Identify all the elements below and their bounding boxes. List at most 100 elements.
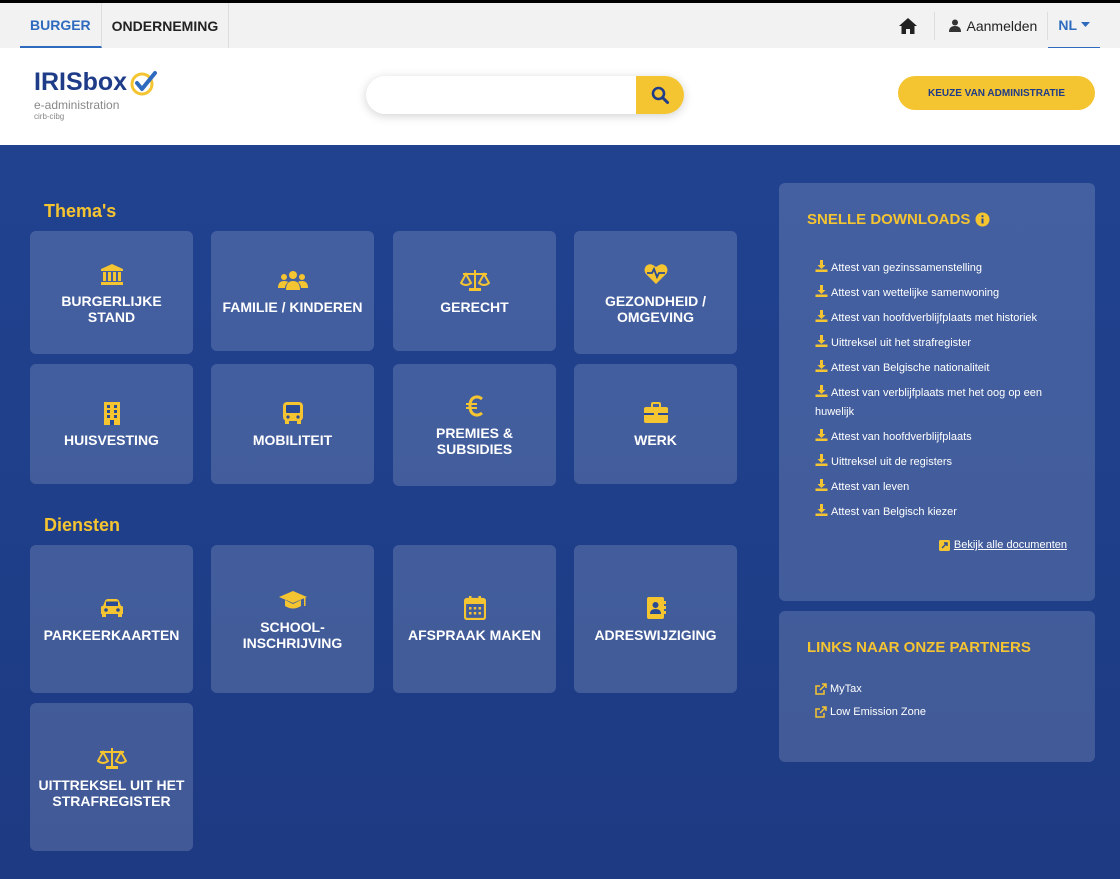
login-label: Aanmelden: [966, 17, 1038, 34]
download-item[interactable]: Attest van verblijfplaats met het oog op…: [815, 384, 1065, 422]
service-tile-uittreksel-strafregister[interactable]: UITTREKSEL UIT HET STRAFREGISTER: [30, 703, 193, 851]
logo-subtitle: e-administration: [34, 98, 120, 112]
login-button[interactable]: Aanmelden: [935, 11, 1049, 40]
search-icon: [651, 86, 669, 104]
partner-link-label: Low Emission Zone: [830, 706, 926, 718]
download-icon: [815, 504, 828, 516]
download-item[interactable]: Attest van leven: [815, 478, 1065, 497]
download-item-label: Attest van Belgische nationaliteit: [831, 362, 990, 374]
choose-administration-button[interactable]: KEUZE VAN ADMINISTRATIE: [898, 76, 1095, 110]
partner-links: MyTax Low Emission Zone: [815, 683, 926, 729]
partner-link[interactable]: MyTax: [815, 683, 926, 695]
logo-brand-text: IRISbox: [34, 68, 128, 96]
logo-org: cirb-cibg: [34, 112, 65, 121]
download-icon: [815, 429, 828, 441]
theme-tile-premies-subsidies[interactable]: PREMIES & SUBSIDIES: [393, 364, 556, 486]
bank-icon: [100, 263, 123, 285]
theme-tile-familie-kinderen[interactable]: FAMILIE / KINDEREN: [211, 231, 374, 351]
tile-label: PREMIES & SUBSIDIES: [435, 425, 513, 457]
external-link-icon: [938, 539, 950, 551]
tile-label: FAMILIE / KINDEREN: [222, 299, 363, 315]
quick-downloads-title: SNELLE DOWNLOADS: [807, 211, 971, 228]
search-bar: [366, 76, 684, 114]
top-bar: BURGER ONDERNEMING Aanmelden NL: [0, 0, 1120, 49]
building-icon: [103, 402, 120, 425]
heart-pulse-icon: [644, 263, 667, 284]
themes-title: Thema's: [44, 201, 117, 221]
tab-burger[interactable]: BURGER: [20, 3, 102, 48]
external-link-icon: [815, 706, 827, 718]
tile-label: UITTREKSEL UIT HET STRAFREGISTER: [38, 777, 185, 809]
scale-icon: [459, 270, 490, 291]
service-tile-afspraak-maken[interactable]: AFSPRAAK MAKEN: [393, 545, 556, 693]
info-icon[interactable]: [975, 212, 990, 227]
download-icon: [815, 285, 828, 297]
tab-onderneming[interactable]: ONDERNEMING: [102, 3, 230, 48]
caret-down-icon: [1081, 21, 1090, 27]
partner-link[interactable]: Low Emission Zone: [815, 706, 926, 718]
download-item[interactable]: Attest van hoofdverblijfplaats met histo…: [815, 309, 1065, 328]
download-icon: [815, 360, 828, 372]
download-list: Attest van gezinssamenstelling Attest van…: [815, 259, 1065, 528]
car-icon: [100, 599, 123, 617]
download-item-label: Uittreksel uit het strafregister: [831, 337, 971, 349]
address-book-icon: [646, 597, 666, 619]
service-tile-parkeerkaarten[interactable]: PARKEERKAARTEN: [30, 545, 193, 693]
scale-icon: [96, 748, 127, 769]
theme-tile-gezondheid-omgeving[interactable]: GEZONDHEID / OMGEVING: [574, 231, 737, 354]
download-icon: [815, 260, 828, 272]
service-tile-school-inschrijving[interactable]: SCHOOL-INSCHRIJVING: [211, 545, 374, 693]
download-item-label: Uittreksel uit de registers: [831, 456, 953, 468]
download-item[interactable]: Attest van gezinssamenstelling: [815, 259, 1065, 278]
search-input[interactable]: [366, 76, 634, 114]
language-label: NL: [1058, 16, 1077, 33]
download-item-label: Attest van hoofdverblijfplaats: [831, 431, 972, 443]
service-tile-adreswijziging[interactable]: ADRESWIJZIGING: [574, 545, 737, 693]
tile-label: MOBILITEIT: [252, 432, 333, 448]
download-item[interactable]: Attest van wettelijke samenwoning: [815, 284, 1065, 303]
download-item[interactable]: Attest van Belgische nationaliteit: [815, 359, 1065, 378]
download-icon: [815, 335, 828, 347]
download-item[interactable]: Attest van hoofdverblijfplaats: [815, 428, 1065, 447]
family-icon: [277, 271, 308, 290]
download-item-label: Attest van gezinssamenstelling: [831, 262, 983, 274]
theme-tile-gerecht[interactable]: GERECHT: [393, 231, 556, 351]
download-item[interactable]: Attest van Belgisch kiezer: [815, 503, 1065, 522]
see-all-label: Bekijk alle documenten: [953, 539, 1067, 551]
download-item[interactable]: Uittreksel uit het strafregister: [815, 334, 1065, 353]
search-button[interactable]: [636, 76, 684, 114]
tile-label: WERK: [634, 432, 677, 448]
tile-label: PARKEERKAARTEN: [43, 627, 180, 643]
theme-tile-huisvesting[interactable]: HUISVESTING: [30, 364, 193, 484]
theme-tile-burgerlijke-stand[interactable]: BURGERLIJKE STAND: [30, 231, 193, 354]
audience-tabs: BURGER ONDERNEMING: [20, 3, 230, 48]
site-header: IRISbox e-administration cirb-cibg KEUZE…: [0, 48, 1120, 145]
download-item-label: Attest van Belgisch kiezer: [831, 506, 957, 518]
download-icon: [815, 385, 828, 397]
tile-label: BURGERLIJKE STAND: [61, 292, 162, 325]
services-title: Diensten: [44, 515, 121, 535]
download-item-label: Attest van leven: [831, 481, 910, 493]
download-icon: [815, 479, 828, 491]
tile-label: GERECHT: [440, 299, 509, 315]
home-button[interactable]: [882, 11, 935, 40]
main-content: Thema's BURGERLIJKE STAND FAMILIE / KIND…: [0, 145, 1120, 879]
euro-icon: [465, 395, 483, 417]
theme-tile-mobiliteit[interactable]: MOBILITEIT: [211, 364, 374, 484]
partners-panel: LINKS NAAR ONZE PARTNERS MyTax Low Emissi…: [779, 611, 1095, 762]
download-icon: [815, 454, 828, 466]
partner-link-label: MyTax: [830, 683, 862, 695]
irisbox-logo[interactable]: IRISbox e-administration cirb-cibg: [34, 68, 158, 121]
tile-label: HUISVESTING: [64, 432, 159, 448]
theme-tile-werk[interactable]: WERK: [574, 364, 737, 484]
tile-label: GEZONDHEID / OMGEVING: [604, 292, 707, 325]
download-icon: [815, 310, 828, 322]
language-selector[interactable]: NL: [1048, 3, 1100, 49]
download-item-label: Attest van verblijfplaats met het oog op…: [815, 387, 1042, 418]
tile-label: AFSPRAAK MAKEN: [408, 627, 541, 643]
partners-title: LINKS NAAR ONZE PARTNERS: [807, 639, 1031, 656]
download-item[interactable]: Uittreksel uit de registers: [815, 453, 1065, 472]
graduation-cap-icon: [278, 591, 307, 609]
see-all-documents-link[interactable]: Bekijk alle documenten: [938, 539, 1067, 551]
download-item-label: Attest van hoofdverblijfplaats met histo…: [831, 312, 1038, 324]
